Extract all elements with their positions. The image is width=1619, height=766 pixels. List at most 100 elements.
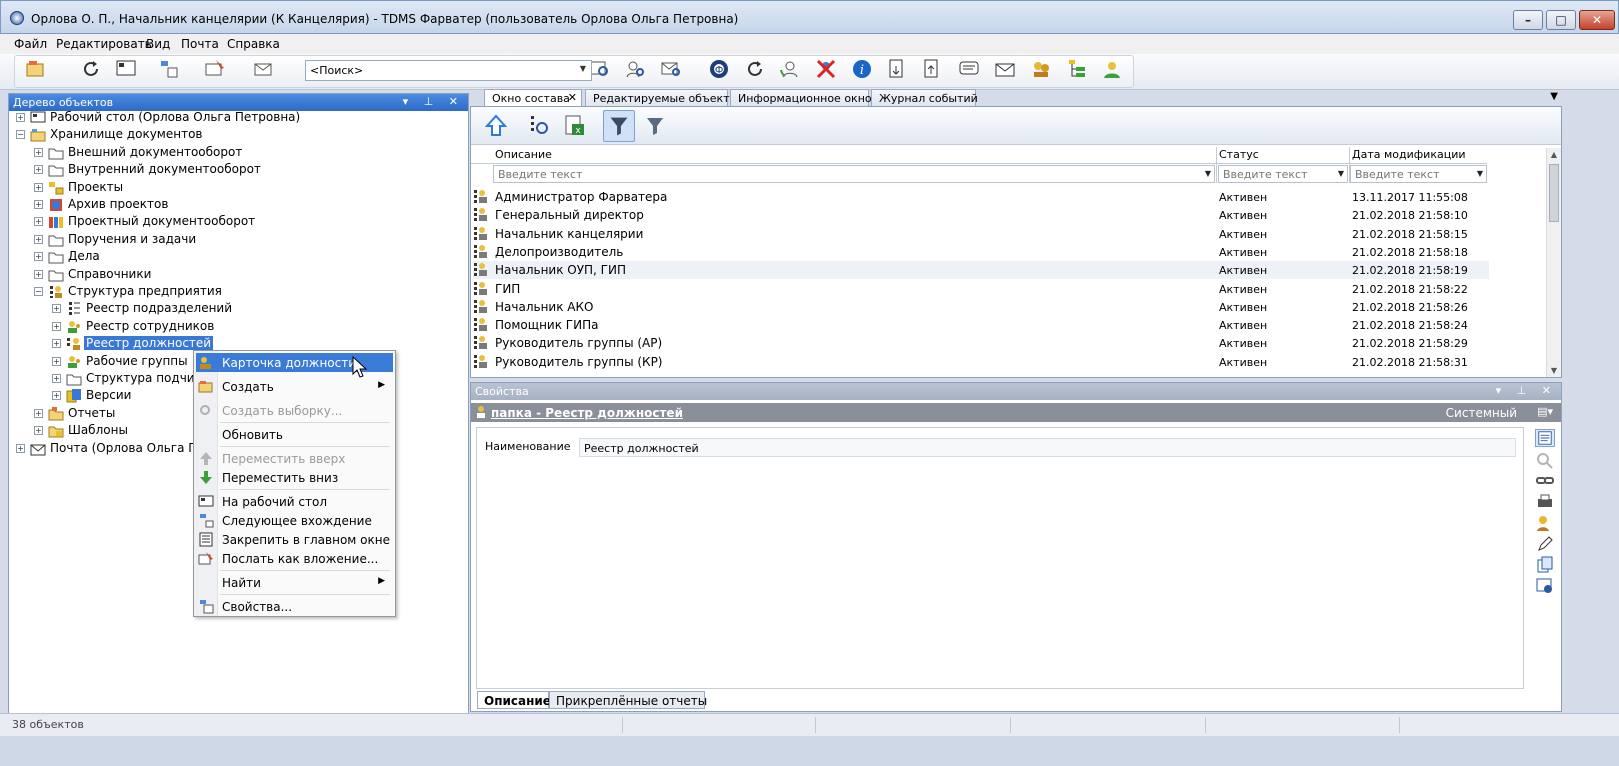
pane-buttons[interactable]: ▾ ⊥ ✕ (403, 95, 464, 108)
info-icon[interactable]: i (851, 58, 873, 80)
filter-date[interactable]: ▼ (1350, 165, 1487, 183)
maximize-button[interactable]: □ (1546, 10, 1576, 30)
tab-event-log[interactable]: Журнал событий (871, 89, 978, 106)
table-row[interactable]: Администратор Фарватера Активен 13.11.2017… (473, 188, 1489, 206)
field-value-name[interactable]: Реестр должностей (579, 438, 1516, 457)
send-icon[interactable] (204, 58, 226, 80)
tabs-menu-icon[interactable]: ▼ (1550, 91, 1558, 102)
search-object-icon[interactable] (589, 58, 611, 80)
expand-icon[interactable]: − (16, 130, 25, 140)
menu-item-properties[interactable]: Свойства... (196, 597, 393, 616)
tab-edited-objects[interactable]: Редактируемые объекты (585, 89, 738, 106)
link-icon[interactable] (1535, 472, 1555, 490)
column-header-date[interactable]: Дата модификации (1352, 148, 1466, 164)
menu-edit[interactable]: Редактировать (56, 37, 152, 51)
expand-icon[interactable]: + (34, 426, 43, 436)
versions-icon[interactable] (1535, 556, 1555, 574)
magnifier-icon[interactable] (1535, 451, 1555, 469)
table-row[interactable]: Помощник ГИПа Активен 21.02.2018 21:58:24 (473, 316, 1489, 334)
menu-item-move-up[interactable]: Переместить вверх (196, 449, 393, 468)
table-row[interactable]: Начальник канцелярии Активен 21.02.2018 21… (473, 225, 1489, 243)
expand-icon[interactable]: + (34, 252, 43, 262)
close-button[interactable]: ✕ (1579, 10, 1615, 30)
reload-icon[interactable] (744, 58, 766, 80)
filter-description[interactable]: ▼ (493, 165, 1215, 183)
expand-icon[interactable]: + (52, 391, 61, 401)
search-mail-icon[interactable] (660, 58, 682, 80)
chevron-down-icon[interactable]: ▼ (1477, 169, 1483, 178)
tab-info-window[interactable]: Информационное окно (730, 89, 872, 106)
refresh-icon[interactable] (80, 58, 102, 80)
filter-date-input[interactable] (1355, 167, 1468, 181)
find-in-list-icon[interactable] (527, 113, 553, 139)
sync-users-icon[interactable] (779, 58, 801, 80)
tab-attached-reports[interactable]: Прикреплённые отчеты (549, 691, 707, 709)
mail-icon[interactable] (252, 58, 274, 80)
expand-icon[interactable]: + (52, 339, 61, 349)
table-row[interactable]: Руководитель группы (АР) Активен 21.02.201… (473, 334, 1489, 352)
object-title-link[interactable]: папка - Реестр должностей (491, 406, 683, 420)
farvater-icon[interactable]: Ф (708, 58, 730, 80)
table-row[interactable]: Руководитель группы (КР) Активен 21.02.201… (473, 353, 1489, 371)
edit-icon[interactable] (1535, 535, 1555, 553)
tab-composition[interactable]: Окно состава ✕ (484, 89, 582, 106)
message-icon[interactable] (958, 58, 980, 80)
filter-settings-icon[interactable] (642, 113, 668, 139)
menu-help[interactable]: Справка (227, 37, 280, 51)
chevron-down-icon[interactable]: ▼ (577, 64, 589, 77)
menu-item-send-attachment[interactable]: Послать как вложение... (196, 549, 393, 568)
printer-icon[interactable] (1535, 493, 1555, 511)
expand-icon[interactable]: + (52, 356, 61, 366)
expand-icon[interactable]: + (52, 304, 61, 314)
search-input[interactable] (310, 63, 570, 78)
tab-description[interactable]: Описание (477, 691, 551, 709)
menu-item-refresh[interactable]: Обновить (196, 425, 393, 444)
envelope-icon[interactable] (994, 58, 1016, 80)
chevron-down-icon[interactable]: ▼ (1338, 169, 1344, 178)
table-row[interactable]: Генеральный директор Активен 21.02.2018 21… (473, 206, 1489, 224)
expand-icon[interactable]: + (34, 182, 43, 192)
filter-icon[interactable] (603, 110, 635, 142)
vertical-scrollbar[interactable]: ▲ ▼ (1546, 148, 1561, 377)
checkout-icon[interactable] (885, 58, 907, 80)
search-combobox[interactable]: ▼ (305, 60, 592, 81)
users-icon[interactable] (1535, 514, 1555, 532)
up-arrow-icon[interactable] (483, 113, 509, 139)
expand-icon[interactable]: + (16, 113, 25, 122)
menu-item-find[interactable]: Найти ▶ (196, 573, 393, 592)
user-settings-icon[interactable] (1101, 58, 1123, 80)
checkin-icon[interactable] (920, 58, 942, 80)
expand-icon[interactable]: + (16, 443, 25, 453)
object-menu-icon[interactable]: ▤▾ (1537, 405, 1553, 418)
new-object-icon[interactable] (25, 58, 47, 80)
table-row[interactable]: Начальник ОУП, ГИП Активен 21.02.2018 21:5… (473, 261, 1489, 280)
chevron-down-icon[interactable]: ▼ (1205, 169, 1211, 178)
menu-view[interactable]: Вид (146, 37, 170, 51)
menu-item-move-down[interactable]: Переместить вниз (196, 468, 393, 487)
expand-icon[interactable]: + (34, 147, 43, 157)
menu-item-pin-main[interactable]: Закрепить в главном окне (196, 530, 393, 549)
desktop-icon[interactable] (115, 58, 137, 80)
column-header-status[interactable]: Статус (1219, 148, 1259, 164)
close-tab-icon[interactable]: ✕ (568, 91, 577, 104)
delete-user-icon[interactable] (815, 58, 837, 80)
expand-icon[interactable]: + (34, 269, 43, 279)
settings-icon[interactable] (1535, 577, 1555, 595)
expand-icon[interactable]: + (52, 321, 61, 331)
table-row[interactable]: Начальник АКО Активен 21.02.2018 21:58:26 (473, 298, 1489, 316)
expand-icon[interactable]: + (34, 165, 43, 175)
search-user-icon[interactable] (624, 58, 646, 80)
group-icon[interactable] (1030, 58, 1052, 80)
pane-buttons[interactable]: ▾ ⊥ ✕ (1496, 384, 1557, 397)
table-row[interactable]: ГИП Активен 21.02.2018 21:58:22 (473, 280, 1489, 298)
filter-status[interactable]: ▼ (1218, 165, 1348, 183)
filter-status-input[interactable] (1223, 167, 1329, 181)
description-view-icon[interactable] (1535, 429, 1555, 447)
filter-description-input[interactable] (498, 167, 1196, 181)
expand-icon[interactable]: − (34, 287, 43, 296)
structure-icon[interactable] (158, 58, 180, 80)
hierarchy-icon[interactable] (1066, 58, 1088, 80)
export-excel-icon[interactable]: x (562, 113, 588, 139)
expand-icon[interactable]: + (34, 234, 43, 244)
table-row[interactable]: Делопроизводитель Активен 21.02.2018 21:58… (473, 243, 1489, 261)
